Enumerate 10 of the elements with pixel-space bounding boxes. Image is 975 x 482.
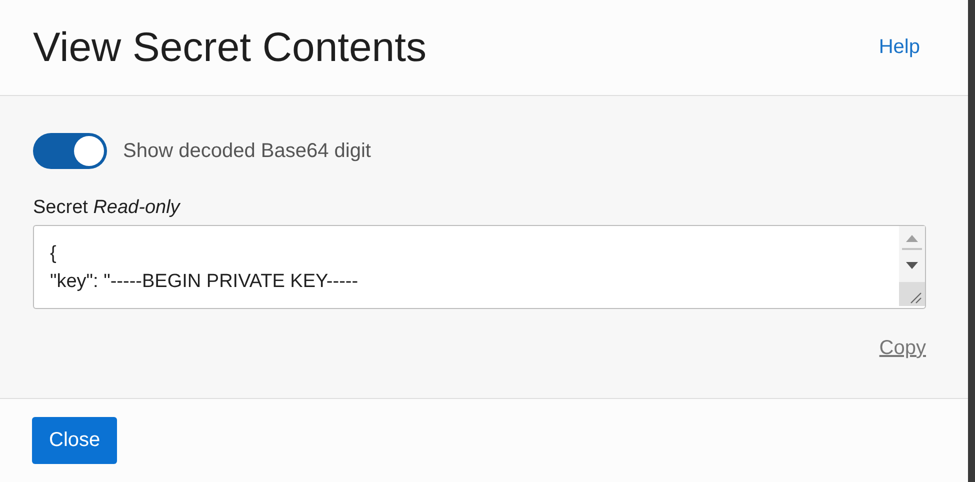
help-link[interactable]: Help	[878, 36, 920, 59]
toggle-label: Show decoded Base64 digit	[123, 140, 371, 162]
scrollbar-drawing[interactable]	[899, 226, 925, 306]
secret-value: { "key": "-----BEGIN PRIVATE KEY-----	[49, 242, 360, 294]
field-label: Secret Read-only	[33, 197, 182, 219]
dialog-title: View Secret Contents	[33, 24, 427, 71]
copy-link[interactable]: Copy	[879, 337, 926, 360]
secret-field[interactable]: { "key": "-----BEGIN PRIVATE KEY-----	[33, 225, 926, 309]
close-button[interactable]: Close	[32, 417, 118, 464]
toggle-switch[interactable]	[33, 133, 107, 169]
